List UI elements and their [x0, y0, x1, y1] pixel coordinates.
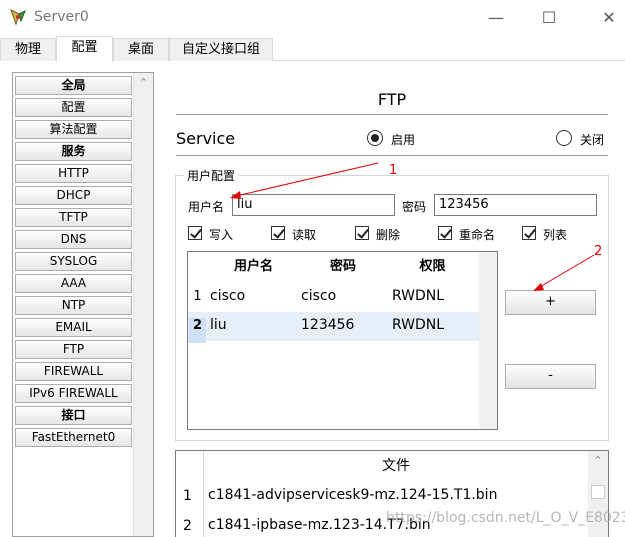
sidebar-item-email[interactable]: EMAIL: [15, 318, 132, 337]
row-number: 2: [189, 318, 206, 343]
cell-permission: RWDNL: [392, 288, 445, 304]
sidebar-item-dhcp[interactable]: DHCP: [15, 186, 132, 205]
tab-physical[interactable]: 物理: [0, 38, 56, 61]
annotation-label-2: 2: [594, 244, 603, 259]
column-header-password[interactable]: 密码: [300, 252, 386, 282]
remove-user-button[interactable]: -: [505, 364, 596, 389]
sidebar-item-services[interactable]: 服务: [15, 142, 132, 161]
sidebar-item-global[interactable]: 全局: [15, 76, 132, 95]
service-off-label: 关闭: [580, 133, 605, 147]
user-config-title: 用户配置: [184, 167, 239, 184]
divider: [176, 114, 608, 115]
minimize-button[interactable]: —: [484, 6, 508, 30]
read-checkbox[interactable]: [271, 226, 285, 240]
scroll-up-icon[interactable]: ⌃: [134, 75, 153, 91]
rename-checkbox[interactable]: [438, 226, 452, 240]
sidebar-item-ipv6-firewall[interactable]: IPv6 FIREWALL: [15, 384, 132, 403]
close-button[interactable]: ✕: [597, 6, 621, 30]
password-label: 密码: [402, 200, 427, 214]
write-label: 写入: [209, 228, 234, 242]
title-bar: Server0 — ☐ ✕: [0, 0, 625, 36]
sidebar-item-firewall[interactable]: FIREWALL: [15, 362, 132, 381]
sidebar-item-interfaces[interactable]: 接口: [15, 406, 132, 425]
row-number: 1: [183, 488, 192, 504]
delete-label: 删除: [376, 228, 401, 242]
sidebar-item-http[interactable]: HTTP: [15, 164, 132, 183]
service-off-radio[interactable]: [556, 130, 572, 146]
column-divider: [203, 451, 204, 537]
cell-password: cisco: [301, 288, 337, 304]
column-header-username[interactable]: 用户名: [207, 252, 300, 282]
page-title: FTP: [377, 90, 407, 109]
row-number: 1: [193, 289, 202, 304]
sidebar-item-algorithm[interactable]: 算法配置: [15, 120, 132, 139]
sidebar-item-settings[interactable]: 配置: [15, 98, 132, 117]
annotation-label-1: 1: [389, 163, 398, 178]
maximize-button[interactable]: ☐: [537, 6, 561, 30]
sidebar-item-aaa[interactable]: AAA: [15, 274, 132, 293]
sidebar-scrollbar[interactable]: ⌃: [133, 73, 153, 536]
username-label: 用户名: [188, 200, 225, 214]
rename-label: 重命名: [459, 228, 496, 242]
scroll-thumb[interactable]: [591, 485, 605, 499]
list-label: 列表: [543, 228, 568, 242]
users-table: 用户名 密码 权限 1 cisco cisco RWDNL 2 liu 1234…: [187, 251, 498, 430]
window-title: Server0: [34, 9, 89, 25]
row-number: 2: [183, 518, 192, 534]
radio-selected-dot: [371, 134, 379, 142]
sidebar-item-ntp[interactable]: NTP: [15, 296, 132, 315]
write-checkbox[interactable]: [188, 226, 202, 240]
scroll-up-icon[interactable]: ⌃: [588, 453, 608, 469]
tab-desktop[interactable]: 桌面: [113, 38, 169, 61]
column-header-permission[interactable]: 权限: [386, 252, 479, 282]
file-column-header[interactable]: 文件: [204, 451, 588, 481]
tab-custom-interface[interactable]: 自定义接口组: [169, 38, 273, 61]
service-label: Service: [176, 129, 236, 148]
sidebar: 全局 配置 算法配置 服务 HTTP DHCP TFTP DNS SYSLOG …: [12, 72, 154, 537]
tab-strip: 物理 配置 桌面 自定义接口组: [0, 36, 625, 62]
file-list-item[interactable]: c1841-advipservicesk9-mz.124-15.T1.bin: [208, 487, 497, 503]
watermark: https://blog.csdn.net/L_O_V_E8023: [386, 510, 625, 526]
sidebar-item-fastethernet0[interactable]: FastEthernet0: [15, 428, 132, 447]
add-user-button[interactable]: +: [505, 290, 596, 315]
list-checkbox[interactable]: [522, 226, 536, 240]
sidebar-item-syslog[interactable]: SYSLOG: [15, 252, 132, 271]
cell-permission: RWDNL: [392, 317, 445, 333]
server-app-icon: [10, 8, 26, 26]
tab-config[interactable]: 配置: [56, 36, 113, 62]
service-on-label: 启用: [391, 133, 416, 147]
sidebar-item-dns[interactable]: DNS: [15, 230, 132, 249]
cell-password: 123456: [301, 317, 355, 333]
sidebar-item-ftp[interactable]: FTP: [15, 340, 132, 359]
service-on-radio[interactable]: [367, 130, 383, 146]
delete-checkbox[interactable]: [355, 226, 369, 240]
divider: [176, 155, 608, 156]
sidebar-item-tftp[interactable]: TFTP: [15, 208, 132, 227]
table-scrollbar[interactable]: [479, 252, 497, 429]
cell-username: liu: [210, 317, 227, 333]
password-input[interactable]: 123456: [434, 194, 597, 216]
cell-username: cisco: [210, 288, 246, 304]
username-input[interactable]: liu: [232, 194, 395, 216]
read-label: 读取: [292, 228, 317, 242]
